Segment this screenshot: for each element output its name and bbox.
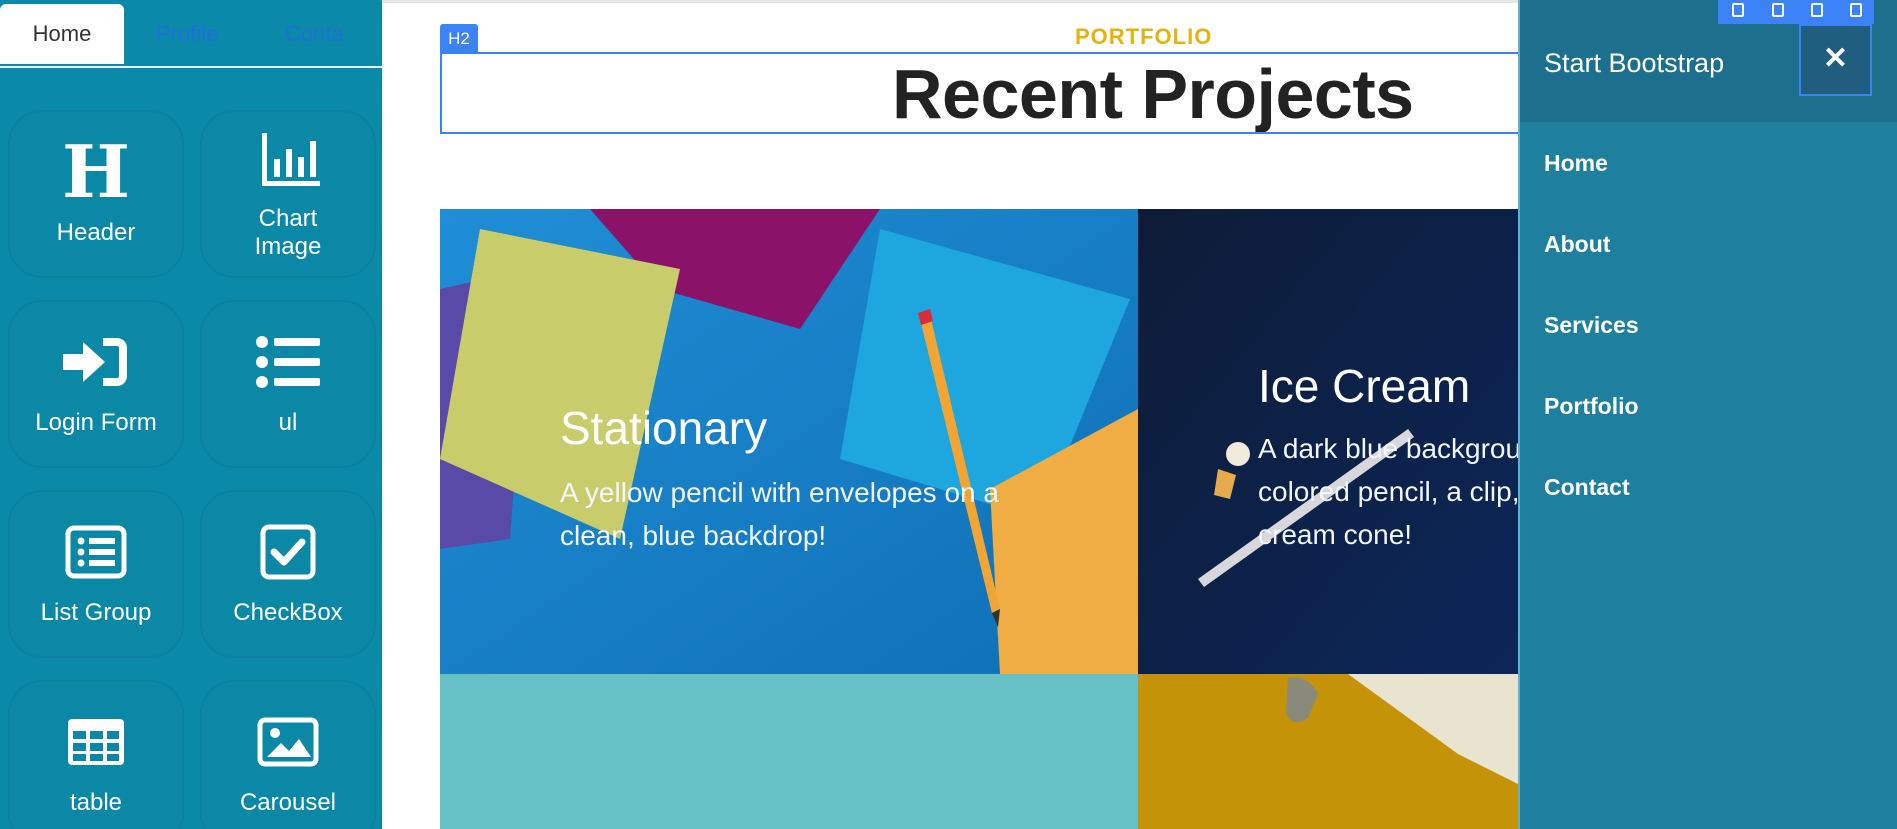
card-title: Ice Cream: [1258, 360, 1471, 412]
close-button[interactable]: ✕: [1799, 24, 1872, 96]
image-icon: [201, 705, 375, 779]
tile-label: Header: [56, 219, 136, 246]
section-kicker: PORTFOLIO: [1075, 24, 1213, 49]
component-login-form[interactable]: Login Form: [8, 300, 184, 468]
card-image: [440, 674, 1138, 829]
component-chart-image[interactable]: Chart Image: [200, 110, 376, 278]
element-tag-badge: H2: [440, 24, 478, 54]
card-description: A dark blue background with a colored pe…: [1258, 433, 1518, 550]
tile-label: Chart Image: [254, 205, 322, 260]
offcanvas-menu: Start Bootstrap ✕ Home About Services Po…: [1518, 0, 1897, 829]
portfolio-card-ice-cream[interactable]: Ice Cream A dark blue background with a …: [1138, 209, 1518, 674]
nav-item-home[interactable]: Home: [1544, 150, 1608, 177]
toolbar-copy-icon[interactable]: [1772, 3, 1784, 17]
card-image: [1138, 674, 1518, 829]
component-checkbox[interactable]: CheckBox: [200, 490, 376, 658]
brand-name[interactable]: Start Bootstrap: [1544, 48, 1724, 79]
portfolio-card-teal[interactable]: [440, 674, 1138, 829]
table-icon: [9, 705, 183, 779]
tile-label: Login Form: [35, 409, 157, 436]
list-icon: [201, 325, 375, 399]
svg-text:H: H: [64, 137, 128, 207]
card-description: A yellow pencil with envelopes on a clea…: [560, 477, 999, 551]
canvas-top-border: [382, 0, 1520, 3]
element-toolbar: [1718, 0, 1874, 24]
tile-label: ul: [278, 409, 298, 436]
card-image: [440, 209, 1138, 674]
toolbar-edit-icon[interactable]: [1811, 3, 1823, 17]
nav-item-portfolio[interactable]: Portfolio: [1544, 393, 1639, 420]
toolbar-move-icon[interactable]: [1732, 3, 1744, 17]
tile-label: CheckBox: [233, 599, 343, 626]
component-panel: Home Profile Conta H Header Chart Image L…: [0, 0, 382, 829]
tile-label: Carousel: [239, 789, 337, 816]
nav-item-contact[interactable]: Contact: [1544, 474, 1630, 501]
nav-item-about[interactable]: About: [1544, 231, 1610, 258]
close-icon: ✕: [1822, 42, 1849, 75]
component-header[interactable]: H Header: [8, 110, 184, 278]
toolbar-delete-icon[interactable]: [1850, 3, 1862, 17]
header-icon: H: [9, 135, 183, 209]
card-title: Stationary: [560, 402, 768, 454]
login-icon: [9, 325, 183, 399]
component-table[interactable]: table: [8, 680, 184, 829]
nav-item-services[interactable]: Services: [1544, 312, 1639, 339]
component-carousel[interactable]: Carousel: [200, 680, 376, 829]
tile-label: table: [69, 789, 123, 816]
tile-label: List Group: [40, 599, 152, 626]
portfolio-card-stationary[interactable]: Stationary A yellow pencil with envelope…: [440, 209, 1138, 674]
portfolio-card-yellow[interactable]: [1138, 674, 1518, 829]
component-ul[interactable]: ul: [200, 300, 376, 468]
tab-profile[interactable]: Profile: [156, 4, 218, 64]
checkbox-icon: [201, 515, 375, 589]
tab-contact[interactable]: Conta: [285, 4, 344, 64]
tab-home[interactable]: Home: [0, 4, 124, 64]
panel-tabs: Home Profile Conta: [0, 0, 382, 68]
chart-icon: [201, 131, 375, 191]
list-group-icon: [9, 515, 183, 589]
component-list-group[interactable]: List Group: [8, 490, 184, 658]
